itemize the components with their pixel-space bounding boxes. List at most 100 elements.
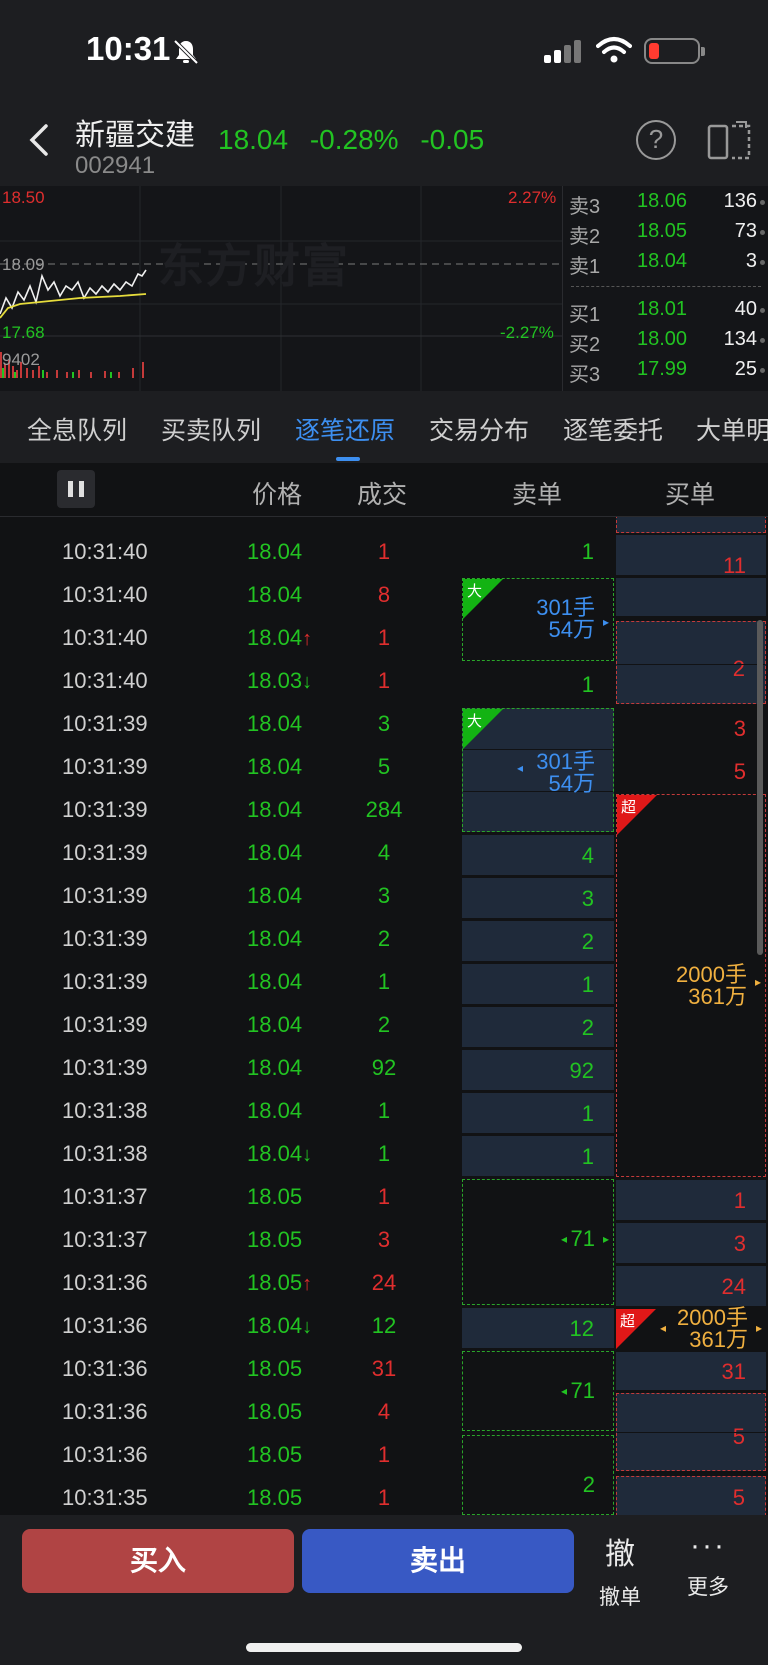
tick-volume: 1 [377, 1184, 391, 1209]
tick-price: 18.04 [247, 754, 303, 779]
sell-order-group[interactable]: ◂ 71 [462, 1351, 614, 1431]
order-book[interactable]: 卖3 18.06 136 卖2 18.05 73 卖1 18.04 3 买1 18.01 40 … [562, 186, 768, 391]
tick-price: 18.03↓ [247, 668, 313, 693]
tick-time: 10:31:40 [62, 668, 148, 693]
sell-order-group[interactable]: ◂ 71 ▸ [462, 1179, 614, 1305]
expand-left-icon: ◂ [660, 1321, 667, 1335]
cancel-order-button[interactable]: 撤 撤单 [588, 1529, 652, 1611]
buy-order-cell[interactable]: 5 [616, 1393, 766, 1471]
sell-order-cell[interactable]: 2 [462, 921, 614, 961]
buy-cell [616, 517, 766, 533]
ask-row: 卖1 18.04 3 [569, 250, 765, 280]
ask-row: 卖3 18.06 136 [569, 190, 765, 220]
tab-full-queue[interactable]: 全息队列 [27, 411, 127, 447]
layout-switch-icon[interactable] [706, 120, 752, 162]
tick-volume: 92 [371, 1055, 397, 1080]
sell-order-cell[interactable]: 1 [462, 533, 614, 571]
tab-trade-distribution[interactable]: 交易分布 [429, 411, 529, 447]
buy-order-cell[interactable]: 31 [616, 1352, 766, 1390]
tick-row: 10:31:39 18.04 284 [0, 797, 460, 840]
ask-row: 卖2 18.05 73 [569, 220, 765, 250]
tick-volume: 1 [377, 1485, 391, 1510]
cellular-signal-icon [544, 40, 584, 63]
bid-row: 买2 18.00 134 [569, 328, 765, 358]
help-icon[interactable]: ? [636, 120, 676, 160]
tick-price: 18.05 [247, 1442, 303, 1467]
tick-time: 10:31:40 [62, 582, 148, 607]
sell-button[interactable]: 卖出 [302, 1529, 574, 1593]
tick-volume: 1 [377, 1098, 391, 1123]
sell-order-cell[interactable]: 2 [462, 1007, 614, 1047]
sell-order-cell[interactable]: 1 [462, 964, 614, 1004]
buy-order-cell[interactable]: 11 [616, 535, 766, 578]
sell-order-cell[interactable]: 4 [462, 835, 614, 875]
buy-order-cell[interactable]: 5 [616, 751, 766, 791]
back-arrow-icon[interactable] [24, 120, 54, 160]
scrollbar[interactable] [757, 620, 763, 955]
wifi-icon [596, 37, 632, 63]
change-amount: -0.05 [420, 124, 485, 155]
buy-order-cell[interactable]: 3 [616, 1223, 766, 1263]
tick-row: 10:31:40 18.04↑ 1 [0, 625, 460, 668]
status-bar: 10:31 [0, 0, 768, 100]
sell-order-cell[interactable]: 1 [462, 1093, 614, 1133]
intraday-mini-chart[interactable]: 东方财富 18.50 2.27% 18.09 17.68 -2.27% 9402 [0, 186, 562, 391]
tab-tick-restore[interactable]: 逐笔还原 [295, 411, 395, 447]
buy-order-cell[interactable] [616, 578, 766, 616]
tick-row: 10:31:36 18.05↑ 24 [0, 1270, 460, 1313]
more-dots-icon: ··· [690, 1529, 726, 1562]
tick-row: 10:31:38 18.04↓ 1 [0, 1141, 460, 1184]
tick-price: 18.05↑ [247, 1270, 313, 1295]
tick-row: 10:31:39 18.04 1 [0, 969, 460, 1012]
tick-price: 18.05 [247, 1184, 303, 1209]
sell-order-cell[interactable]: 92 [462, 1050, 614, 1090]
home-indicator[interactable] [246, 1643, 522, 1652]
tick-volume: 3 [377, 883, 391, 908]
buy-order-cell[interactable]: 5 [616, 1476, 766, 1516]
tick-row: 10:31:36 18.05 1 [0, 1442, 460, 1485]
status-time: 10:31 [86, 30, 171, 67]
sell-order-cell[interactable]: 1 [462, 1136, 614, 1176]
tick-row: 10:31:39 18.04 3 [0, 711, 460, 754]
tick-volume: 2 [377, 926, 391, 951]
tick-price: 18.04 [247, 883, 303, 908]
big-sell-order[interactable]: 大 301手 54万 ▸ [462, 578, 614, 661]
last-price: 18.04 [218, 124, 289, 155]
sell-order-cell[interactable]: 1 [462, 666, 614, 704]
tick-volume: 1 [377, 1141, 391, 1166]
tick-volume: 24 [371, 1270, 397, 1295]
tick-volume: 4 [377, 1399, 391, 1424]
tick-volume: 3 [377, 1227, 391, 1252]
chart-prev-close: 18.09 [2, 255, 45, 274]
more-button[interactable]: ··· 更多 [676, 1529, 740, 1601]
sell-order-group[interactable]: 2 [462, 1435, 614, 1515]
tick-row: 10:31:39 18.04 3 [0, 883, 460, 926]
super-buy-order[interactable]: 超 ◂ 2000手 361万 ▸ [616, 1307, 766, 1351]
bottom-action-bar: 买入 卖出 撤 撤单 ··· 更多 [0, 1515, 768, 1665]
cancel-order-label: 撤单 [599, 1586, 641, 1609]
watermark: 东方财富 [158, 240, 350, 292]
tick-time: 10:31:36 [62, 1356, 148, 1381]
sell-order-cell[interactable]: 3 [462, 878, 614, 918]
battery-icon [644, 38, 705, 64]
tab-bid-ask-queue[interactable]: 买卖队列 [161, 411, 261, 447]
expand-right-icon: ▸ [754, 975, 761, 989]
big-sell-order[interactable]: 大 ◂ 301手 54万 [462, 708, 614, 832]
super-buy-order[interactable]: 超 2000手 361万 ▸ [616, 794, 766, 1177]
tick-list[interactable]: 10:31:40 18.04 1 10:31:40 18.04 8 10:31:40 18.0… [0, 517, 768, 1527]
tick-price: 18.04 [247, 711, 303, 736]
buy-order-cell[interactable]: 24 [616, 1266, 766, 1306]
tab-tick-orders[interactable]: 逐笔委托 [563, 411, 663, 447]
tick-row: 10:31:40 18.03↓ 1 [0, 668, 460, 711]
tab-large-orders[interactable]: 大单明 [696, 411, 768, 447]
tick-row: 10:31:36 18.04↓ 12 [0, 1313, 460, 1356]
buy-order-cell[interactable]: 2 [616, 621, 766, 704]
buy-button[interactable]: 买入 [22, 1529, 294, 1593]
buy-order-cell[interactable]: 1 [616, 1180, 766, 1220]
pause-button[interactable] [57, 470, 95, 508]
tick-price: 18.04 [247, 926, 303, 951]
sell-order-cell[interactable]: 12 [462, 1308, 614, 1348]
tick-volume: 31 [371, 1356, 397, 1381]
tick-price: 18.05 [247, 1227, 303, 1252]
buy-order-cell[interactable]: 3 [616, 708, 766, 748]
